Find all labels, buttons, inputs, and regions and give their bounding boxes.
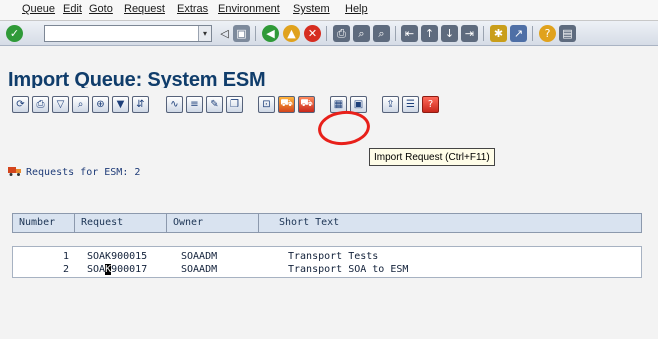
requests-count: 2 <box>134 167 141 178</box>
toolbar-separator <box>395 26 396 41</box>
previous-page-icon[interactable]: ↑ <box>421 25 438 42</box>
enter-icon[interactable]: ✓ <box>6 25 23 42</box>
next-page-icon[interactable]: ↓ <box>441 25 458 42</box>
table-header: Number Request Owner Short Text <box>12 213 642 233</box>
column-header-number[interactable]: Number <box>13 214 75 232</box>
menu-goto[interactable]: Goto <box>89 3 113 15</box>
title-bar: Import Queue: System ESM <box>0 47 658 91</box>
filter-set-icon[interactable]: ▼ <box>112 96 129 113</box>
edit-icon[interactable]: ✎ <box>206 96 223 113</box>
menu-environment[interactable]: Environment <box>218 3 280 15</box>
cell-owner: SOAADM <box>181 264 218 275</box>
standard-toolbar: ✓ ▾ ◁ ▣ ◀ ▲ ✕ ⎙ ⌕ ⌕ ⇤ ↑ ↓ ⇥ ✱ ↗ ? ▤ <box>0 21 658 46</box>
cell-request: SOAK900015 <box>87 251 148 262</box>
back-icon[interactable]: ◀ <box>262 25 279 42</box>
menu-system[interactable]: System <box>293 3 330 15</box>
tooltip: Import Request (Ctrl+F11) <box>369 148 495 166</box>
shortcut-icon[interactable]: ↗ <box>510 25 527 42</box>
request-suffix: 900017 <box>111 264 148 275</box>
cell-short-text: Transport SOA to ESM <box>288 264 409 275</box>
truck-icon <box>8 166 22 176</box>
toolbar-separator <box>255 26 256 41</box>
filter-icon[interactable]: ▽ <box>52 96 69 113</box>
layout-icon[interactable]: ▤ <box>559 25 576 42</box>
column-header-short-text[interactable]: Short Text <box>273 214 641 232</box>
chevron-down-icon[interactable]: ▾ <box>198 26 211 41</box>
requests-label: Requests for ESM: <box>26 167 129 178</box>
menu-bar: Queue Edit Goto Request Extras Environme… <box>0 0 658 21</box>
toolbar-separator <box>326 26 327 41</box>
menu-extras[interactable]: Extras <box>177 3 208 15</box>
command-field[interactable]: ▾ <box>44 25 212 42</box>
cell-number: 1 <box>63 251 70 262</box>
cell-number: 2 <box>63 264 70 275</box>
transport-icon[interactable]: ⇵ <box>132 96 149 113</box>
cell-owner: SOAADM <box>181 251 218 262</box>
table-body: 1 SOAK900015 SOAADM Transport Tests 2 SO… <box>12 246 642 278</box>
find-icon[interactable]: ⌕ <box>353 25 370 42</box>
details-icon[interactable]: ≡ <box>186 96 203 113</box>
menu-help[interactable]: Help <box>345 3 368 15</box>
print-icon[interactable]: ⎙ <box>333 25 350 42</box>
column-header-request[interactable]: Request <box>75 214 167 232</box>
export-icon[interactable]: ⇪ <box>382 96 399 113</box>
import-request-icon[interactable]: ⛟ <box>298 96 315 113</box>
requests-info: Requests for ESM: 2 <box>8 166 140 178</box>
save-icon[interactable]: ▣ <box>233 25 250 42</box>
first-page-icon[interactable]: ⇤ <box>401 25 418 42</box>
refresh-icon[interactable]: ⟳ <box>12 96 29 113</box>
help-icon[interactable]: ? <box>422 96 439 113</box>
request-prefix: SOA <box>87 264 106 275</box>
toolbar-separator <box>483 26 484 41</box>
cell-short-text: Transport Tests <box>288 251 379 262</box>
find-icon[interactable]: ⌕ <box>72 96 89 113</box>
toolbar-separator <box>532 26 533 41</box>
zoom-icon[interactable]: ⊕ <box>92 96 109 113</box>
copy-icon[interactable]: ❐ <box>226 96 243 113</box>
menu-edit[interactable]: Edit <box>63 3 82 15</box>
exit-icon[interactable]: ▲ <box>283 25 300 42</box>
print-icon[interactable]: ⎙ <box>32 96 49 113</box>
cell-request: SOAK900017 <box>87 263 147 277</box>
find-next-icon[interactable]: ⌕ <box>373 25 390 42</box>
menu-queue[interactable]: Queue <box>22 3 55 15</box>
last-page-icon[interactable]: ⇥ <box>461 25 478 42</box>
check-icon[interactable]: ∿ <box>166 96 183 113</box>
list-icon[interactable]: ☰ <box>402 96 419 113</box>
create-session-icon[interactable]: ✱ <box>490 25 507 42</box>
cancel-icon[interactable]: ✕ <box>304 25 321 42</box>
menu-request[interactable]: Request <box>124 3 165 15</box>
lock-icon[interactable]: ⊡ <box>258 96 275 113</box>
previous-icon[interactable]: ◁ <box>216 25 233 42</box>
import-all-icon[interactable]: ⛟ <box>278 96 295 113</box>
column-header-owner[interactable]: Owner <box>167 214 259 232</box>
help-icon[interactable]: ? <box>539 25 556 42</box>
